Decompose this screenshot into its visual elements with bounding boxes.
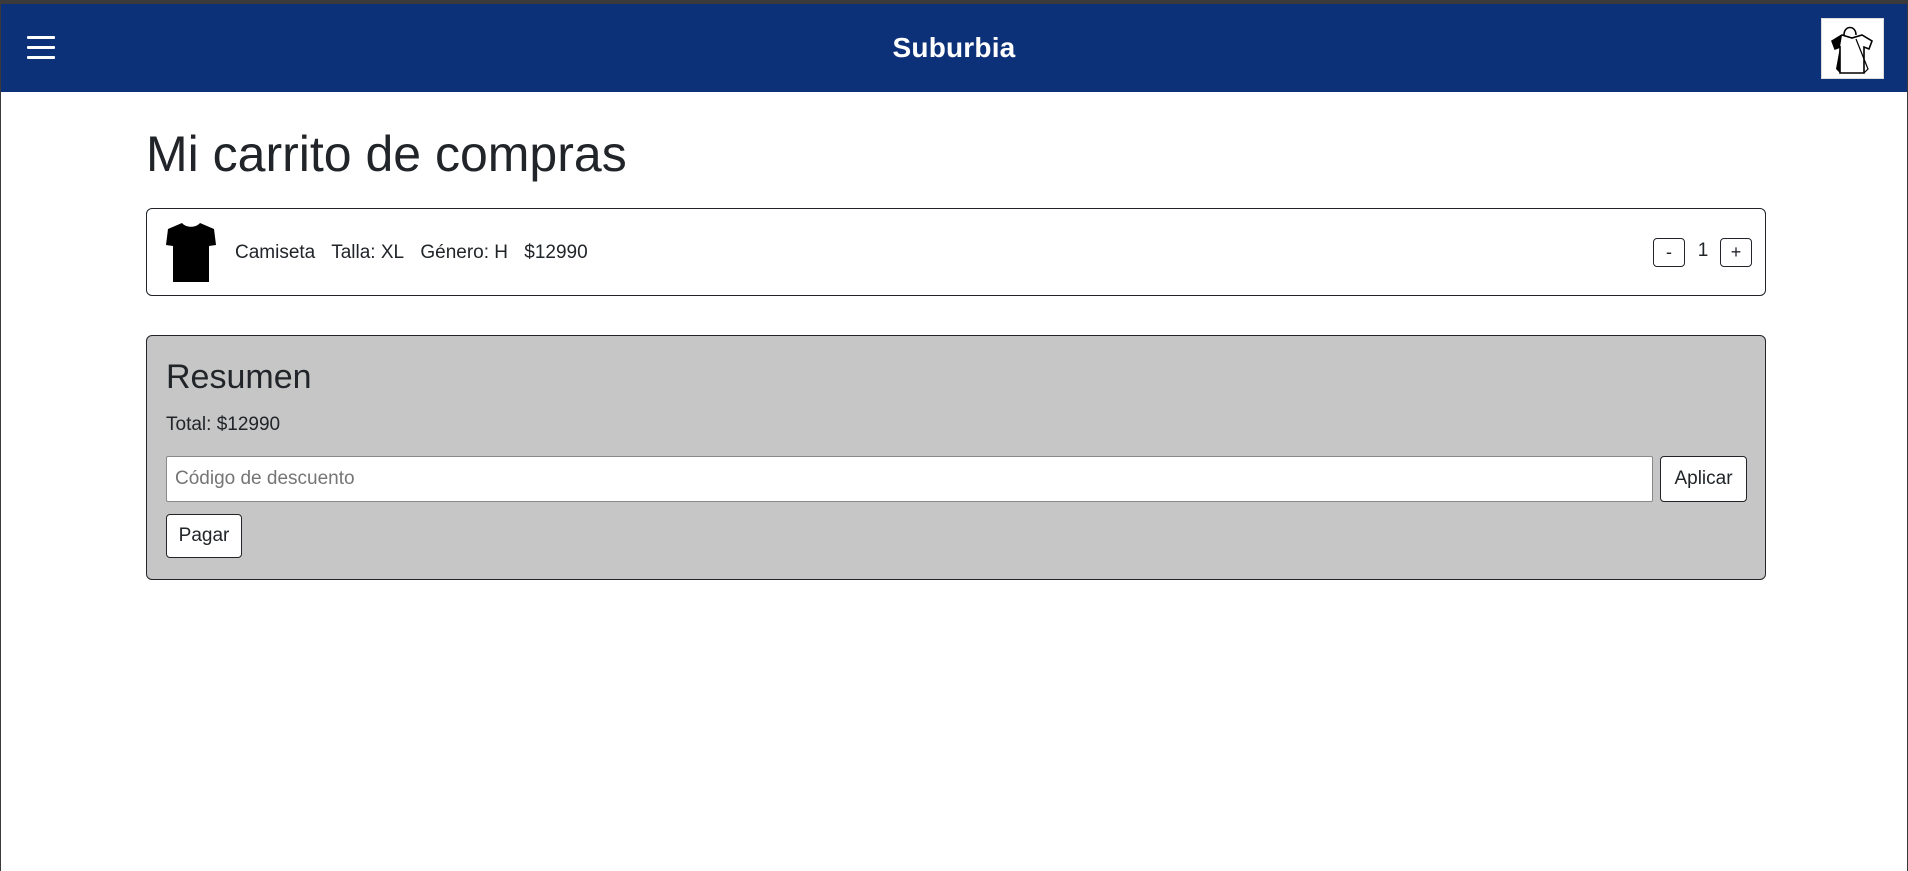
apply-discount-button[interactable]: Aplicar: [1660, 456, 1747, 502]
navbar: Suburbia: [1, 4, 1907, 92]
cart-item-price: $12990: [524, 242, 588, 263]
cart-item: Camiseta Talla: XL Género: H $12990 - 1 …: [146, 208, 1766, 296]
summary-total: Total: $12990: [166, 414, 281, 435]
browser-viewport: Suburbia Mi carrito de compras Camiseta …: [1, 4, 1907, 871]
quantity-value: 1: [1697, 240, 1709, 261]
cart-item-details: Camiseta Talla: XL Género: H $12990: [235, 242, 599, 264]
summary-title: Resumen: [166, 358, 312, 396]
cart-item-name: Camiseta: [235, 242, 316, 263]
increase-quantity-button[interactable]: +: [1720, 238, 1752, 267]
decrease-quantity-button[interactable]: -: [1653, 238, 1685, 267]
order-summary-panel: Resumen Total: $12990 Aplicar Pagar: [146, 335, 1766, 580]
cart-item-size: Talla: XL: [331, 242, 405, 263]
brand-title[interactable]: Suburbia: [1, 32, 1907, 64]
page-title: Mi carrito de compras: [146, 126, 627, 182]
cart-item-gender: Género: H: [420, 242, 508, 263]
t-shirt-icon: [164, 220, 218, 284]
discount-code-input[interactable]: [166, 456, 1653, 502]
shopping-bag-logo-icon[interactable]: [1821, 18, 1884, 79]
pay-button[interactable]: Pagar: [166, 514, 242, 558]
